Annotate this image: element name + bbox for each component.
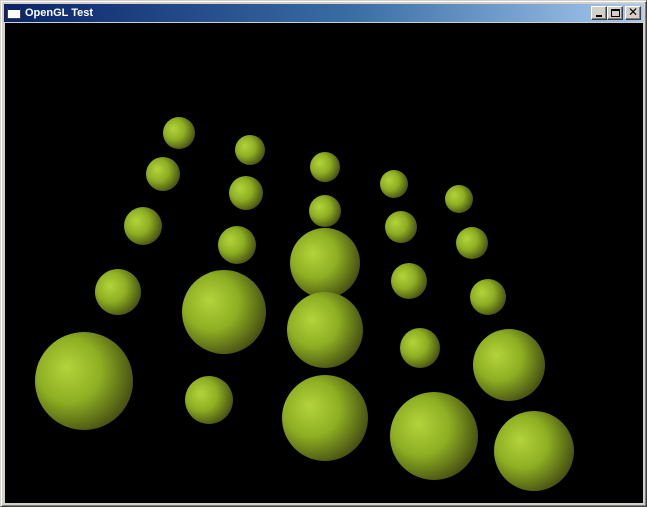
sphere	[287, 292, 363, 368]
sphere	[218, 226, 256, 264]
maximize-button[interactable]	[607, 6, 623, 20]
sphere	[391, 263, 427, 299]
sphere	[385, 211, 417, 243]
minimize-icon	[596, 15, 602, 17]
sphere	[494, 411, 574, 491]
sphere	[470, 279, 506, 315]
sphere	[146, 157, 180, 191]
sphere	[400, 328, 440, 368]
title-bar[interactable]: OpenGL Test ✕	[4, 4, 643, 22]
sphere	[229, 176, 263, 210]
sphere	[185, 376, 233, 424]
opengl-viewport[interactable]	[5, 23, 643, 503]
sphere	[456, 227, 488, 259]
sphere	[182, 270, 266, 354]
sphere	[35, 332, 133, 430]
close-button[interactable]: ✕	[625, 6, 641, 20]
sphere	[163, 117, 195, 149]
rendered-scene	[5, 23, 643, 503]
sphere	[390, 392, 478, 480]
window-title: OpenGL Test	[25, 7, 94, 19]
caption-buttons: ✕	[591, 6, 641, 20]
sphere	[380, 170, 408, 198]
sphere	[95, 269, 141, 315]
window-app-icon[interactable]	[7, 7, 21, 19]
sphere	[282, 375, 368, 461]
sphere	[235, 135, 265, 165]
sphere	[310, 152, 340, 182]
minimize-button[interactable]	[591, 6, 607, 20]
close-icon: ✕	[627, 5, 639, 19]
sphere	[124, 207, 162, 245]
sphere	[290, 228, 360, 298]
sphere	[473, 329, 545, 401]
sphere	[445, 185, 473, 213]
application-window: OpenGL Test ✕	[0, 0, 647, 507]
sphere	[309, 195, 341, 227]
maximize-icon	[611, 9, 620, 17]
